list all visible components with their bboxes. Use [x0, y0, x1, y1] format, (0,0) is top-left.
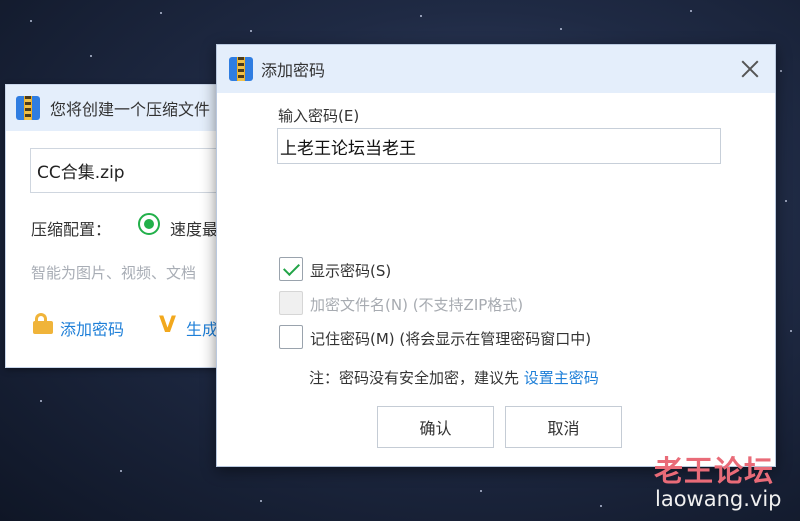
compress-config-label: 压缩配置： — [31, 220, 112, 239]
watermark-url: laowang.vip — [655, 487, 782, 511]
watermark-logo-text: 老王论坛 — [654, 454, 775, 488]
close-icon[interactable] — [739, 58, 761, 80]
dialog-title: 添加密码 — [261, 61, 326, 80]
encrypt-filename-checkbox — [279, 291, 303, 315]
security-note: 注：密码没有安全加密，建议先 设置主密码 — [309, 367, 599, 388]
add-password-dialog: 添加密码 输入密码(E) 显示密码(S) 加密文件名(N) (不支持ZIP格式)… — [216, 44, 776, 467]
remember-password-checkbox[interactable] — [279, 325, 303, 349]
v-badge-icon[interactable]: V — [159, 313, 176, 338]
show-password-label[interactable]: 显示密码(S) — [310, 260, 391, 281]
lock-icon[interactable] — [33, 313, 53, 334]
archive-filename-field[interactable]: CC合集.zip — [30, 148, 240, 193]
set-master-password-link[interactable]: 设置主密码 — [524, 369, 599, 387]
cancel-button[interactable]: 取消 — [505, 406, 622, 448]
compress-description: 智能为图片、视频、文档 — [31, 264, 197, 282]
password-label: 输入密码(E) — [278, 107, 360, 125]
speed-radio-button[interactable] — [138, 213, 160, 235]
dialog-titlebar[interactable]: 添加密码 — [217, 45, 775, 93]
encrypt-filename-label: 加密文件名(N) (不支持ZIP格式) — [310, 296, 524, 314]
back-window-titlebar: 您将创建一个压缩文件 — [6, 85, 244, 131]
archive-app-icon — [16, 96, 40, 120]
remember-password-label[interactable]: 记住密码(M) (将会显示在管理密码窗口中) — [310, 328, 591, 349]
back-window-title: 您将创建一个压缩文件 — [50, 100, 211, 119]
password-input[interactable] — [277, 128, 721, 164]
ok-button[interactable]: 确认 — [377, 406, 494, 448]
note-text: 注：密码没有安全加密，建议先 — [309, 369, 524, 387]
archive-app-icon — [229, 57, 253, 81]
add-password-link[interactable]: 添加密码 — [60, 316, 124, 340]
create-archive-window: 您将创建一个压缩文件 CC合集.zip 压缩配置： 速度最 智能为图片、视频、文… — [5, 84, 245, 368]
show-password-checkbox[interactable] — [279, 257, 303, 281]
